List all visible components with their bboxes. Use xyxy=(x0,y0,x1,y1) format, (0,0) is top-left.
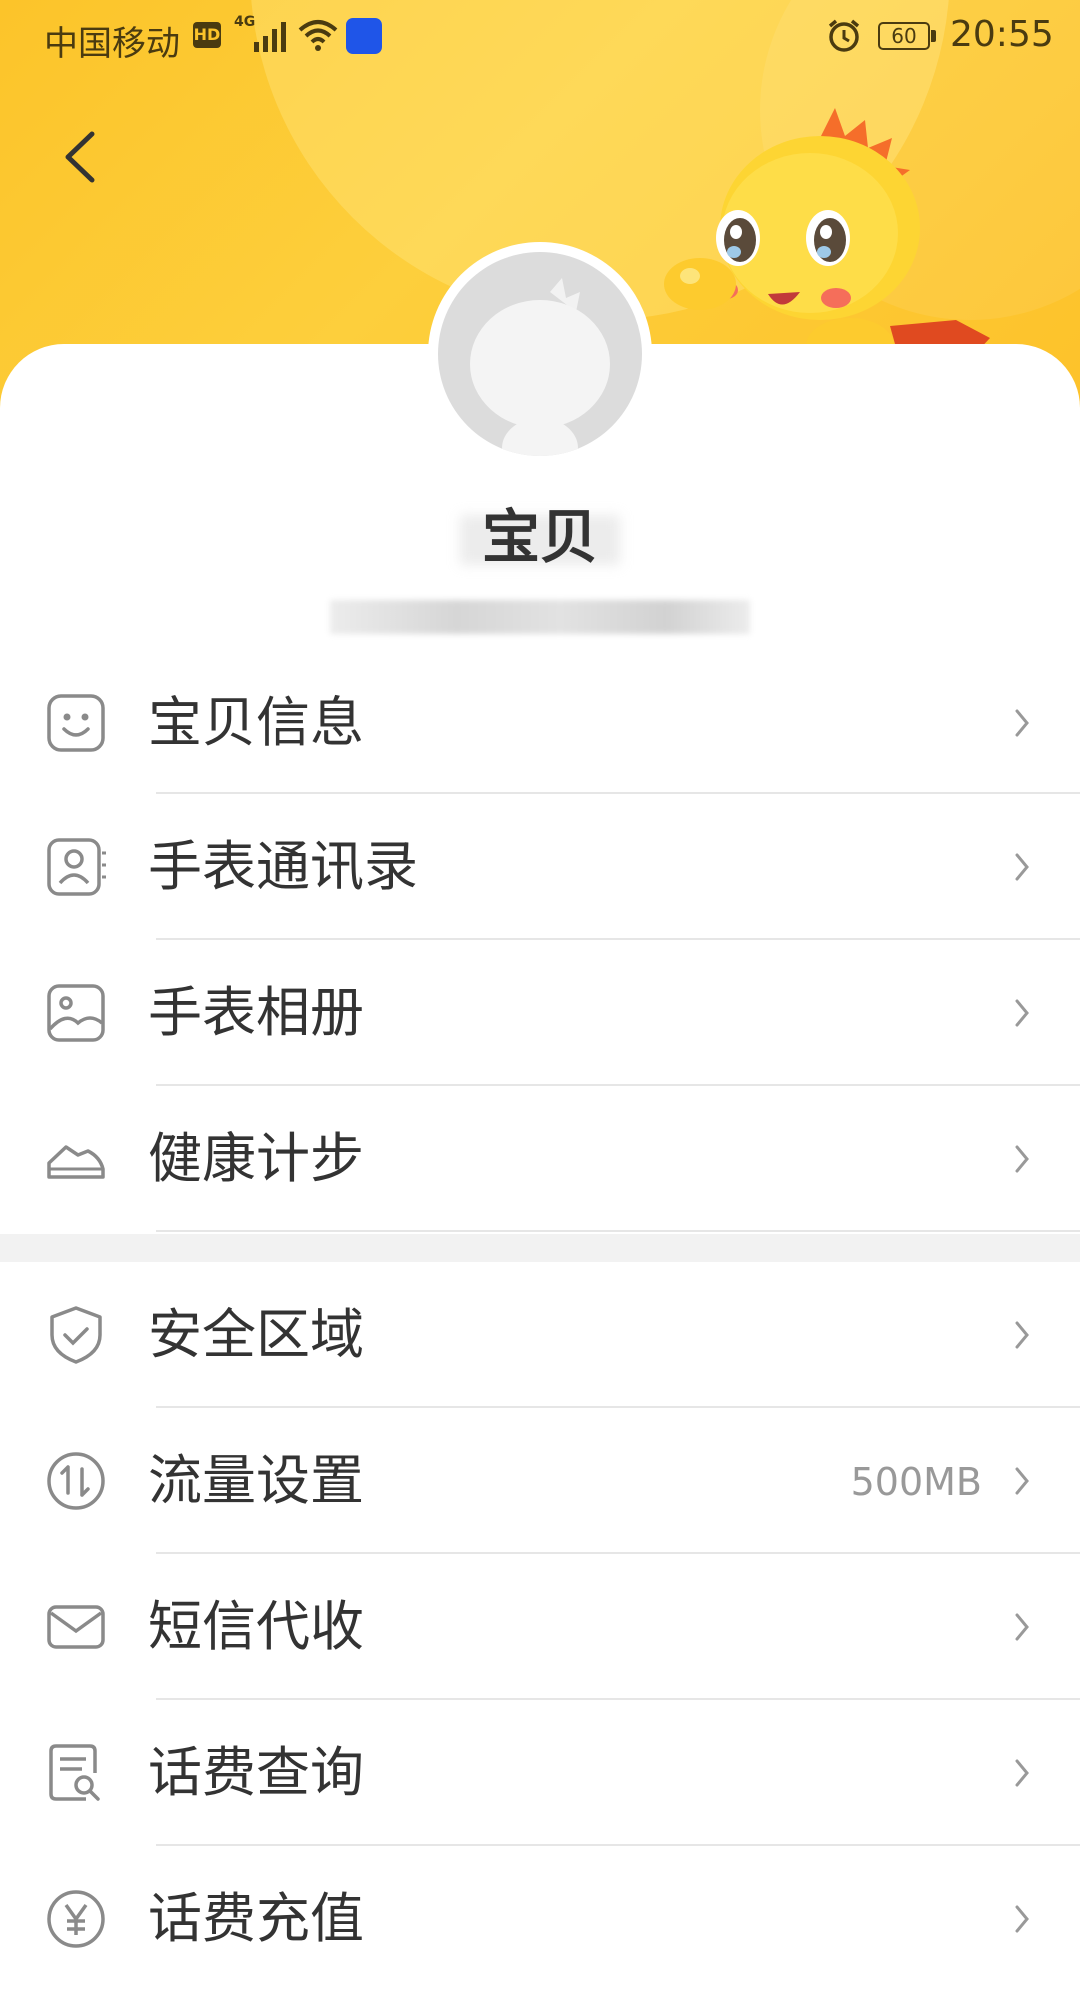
back-arrow-icon[interactable] xyxy=(56,126,106,188)
data-traffic-icon xyxy=(47,1452,105,1510)
chevron-right-icon xyxy=(1015,1613,1029,1641)
picture-icon xyxy=(47,984,105,1042)
contact-card-icon xyxy=(47,838,106,896)
menu-item-label: 话费查询 xyxy=(148,1741,364,1804)
signal-bars-icon xyxy=(254,22,286,52)
menu-item-baby-info[interactable]: 宝贝信息 xyxy=(0,650,1080,796)
menu-item-bill-query[interactable]: 话费查询 xyxy=(0,1700,1080,1846)
chevron-right-icon xyxy=(1015,1905,1029,1933)
smile-face-icon xyxy=(47,694,105,752)
chevron-right-icon xyxy=(1015,999,1029,1027)
shoe-icon xyxy=(47,1145,105,1179)
divider xyxy=(156,1230,1080,1232)
menu-item-bill-recharge[interactable]: 话费充值 xyxy=(0,1846,1080,1992)
data-plan-value: 500MB xyxy=(850,1460,982,1504)
menu-item-label: 安全区域 xyxy=(148,1303,364,1366)
profile-name: 宝贝 xyxy=(481,503,598,571)
profile-subtitle-blurred xyxy=(330,600,750,634)
status-bar: 中国移动 HD 4G 60 20:55 xyxy=(0,0,1080,72)
dinosaur-mascot-illustration xyxy=(664,108,990,374)
menu-item-step-count[interactable]: 健康计步 xyxy=(0,1086,1080,1232)
bill-search-icon xyxy=(49,1744,100,1801)
chevron-right-icon xyxy=(1015,1321,1029,1349)
battery-tip-icon xyxy=(931,30,936,42)
menu-item-watch-contacts[interactable]: 手表通讯录 xyxy=(0,794,1080,940)
envelope-icon xyxy=(47,1605,105,1649)
menu-item-label: 流量设置 xyxy=(148,1449,364,1512)
menu-item-label: 话费充值 xyxy=(148,1887,364,1950)
chevron-right-icon xyxy=(1015,1467,1029,1495)
menu-item-label: 短信代收 xyxy=(148,1595,364,1658)
wifi-icon xyxy=(298,20,338,51)
avatar[interactable] xyxy=(438,252,642,456)
chevron-right-icon xyxy=(1015,853,1029,881)
battery-indicator: 60 xyxy=(878,22,930,50)
menu-item-label: 宝贝信息 xyxy=(148,691,364,754)
section-separator xyxy=(0,1234,1080,1262)
menu-item-watch-album[interactable]: 手表相册 xyxy=(0,940,1080,1086)
hd-badge: HD xyxy=(193,22,221,48)
menu-item-data-settings[interactable]: 流量设置 500MB xyxy=(0,1408,1080,1554)
menu-item-safe-zone[interactable]: 安全区域 xyxy=(0,1262,1080,1408)
carrier-label: 中国移动 xyxy=(44,24,180,64)
yuan-icon xyxy=(47,1890,105,1948)
shield-check-icon xyxy=(50,1306,102,1364)
default-avatar-icon xyxy=(470,278,610,456)
clock-time: 20:55 xyxy=(950,14,1054,55)
menu-item-label: 手表相册 xyxy=(148,981,364,1044)
app-notification-icon xyxy=(346,18,382,54)
menu-item-sms-proxy[interactable]: 短信代收 xyxy=(0,1554,1080,1700)
chevron-right-icon xyxy=(1015,709,1029,737)
chevron-right-icon xyxy=(1015,1759,1029,1787)
alarm-clock-icon xyxy=(828,19,860,52)
menu-item-label: 健康计步 xyxy=(148,1127,364,1190)
chevron-right-icon xyxy=(1015,1145,1029,1173)
menu-item-label: 手表通讯录 xyxy=(148,835,418,898)
